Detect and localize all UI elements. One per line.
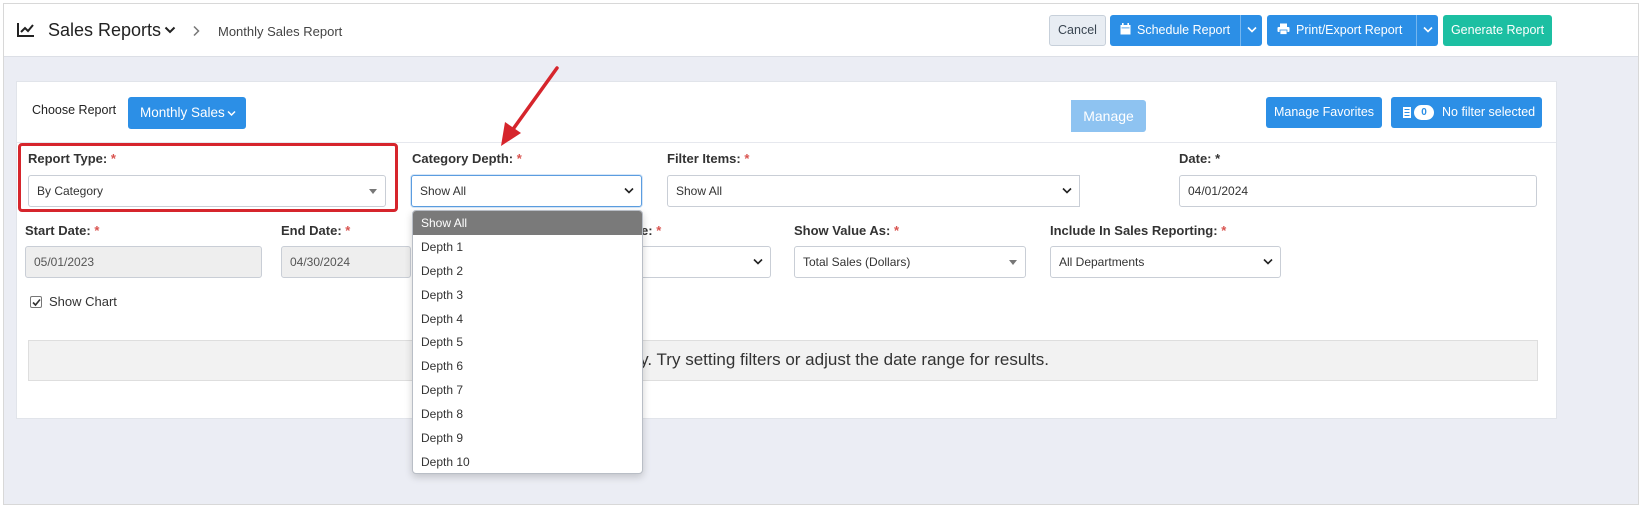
chevron-down-icon	[1263, 258, 1273, 265]
category-depth-option[interactable]: Depth 1	[413, 235, 642, 259]
category-depth-option[interactable]: Depth 9	[413, 426, 642, 450]
schedule-dropdown-toggle[interactable]	[1240, 15, 1262, 46]
chevron-down-icon	[1062, 187, 1072, 194]
chevron-down-icon	[1247, 26, 1257, 33]
end-date-label: End Date: *	[281, 223, 351, 238]
filter-items-value: Show All	[676, 184, 723, 198]
filter-status-button[interactable]: 0 No filter selected	[1391, 97, 1542, 128]
start-date-input: 05/01/2023	[25, 246, 262, 278]
printer-icon	[1277, 23, 1290, 36]
caret-down-icon	[1009, 260, 1017, 265]
line-chart-icon	[17, 23, 34, 37]
show-chart-checkbox[interactable]	[30, 296, 42, 308]
annotation-arrow-icon	[501, 66, 559, 146]
manage-favorites-button[interactable]: Manage Favorites	[1266, 97, 1382, 128]
end-date-input: 04/30/2024	[281, 246, 411, 278]
filter-count-badge: 0	[1414, 105, 1434, 120]
chevron-right-icon	[193, 25, 200, 37]
include-in-sales-value: All Departments	[1059, 255, 1145, 269]
partially-hidden-select[interactable]	[624, 246, 771, 278]
category-depth-option[interactable]: Depth 4	[413, 307, 642, 331]
schedule-report-label: Schedule Report	[1137, 23, 1231, 37]
generate-report-button[interactable]: Generate Report	[1443, 15, 1552, 46]
end-date-value: 04/30/2024	[290, 255, 351, 269]
report-select-value: Monthly Sales	[140, 105, 225, 120]
include-in-sales-label: Include In Sales Reporting: *	[1050, 223, 1227, 238]
category-depth-option[interactable]: Show All	[413, 211, 642, 235]
breadcrumb: Monthly Sales Report	[218, 24, 343, 39]
date-value: 04/01/2024	[1188, 184, 1249, 198]
print-export-button[interactable]: Print/Export Report	[1267, 15, 1438, 46]
filter-list-icon	[1403, 107, 1411, 118]
cancel-button[interactable]: Cancel	[1049, 15, 1106, 46]
choose-report-label: Choose Report	[32, 103, 117, 117]
filter-status-text: No filter selected	[1442, 105, 1536, 119]
show-value-as-select[interactable]: Total Sales (Dollars)	[794, 246, 1026, 278]
category-depth-option[interactable]: Depth 2	[413, 259, 642, 283]
show-value-as-value: Total Sales (Dollars)	[803, 255, 911, 269]
category-depth-select[interactable]: Show All	[411, 175, 642, 207]
category-depth-option[interactable]: Depth 3	[413, 283, 642, 307]
show-value-as-label: Show Value As: *	[794, 223, 900, 238]
show-chart-label: Show Chart	[49, 294, 117, 309]
print-export-label: Print/Export Report	[1296, 23, 1403, 37]
category-depth-option[interactable]: Depth 7	[413, 378, 642, 402]
manage-filter-items-button[interactable]: Manage	[1071, 100, 1146, 132]
calendar-icon	[1120, 23, 1131, 35]
chevron-down-icon	[753, 258, 763, 265]
category-depth-option[interactable]: Depth 10	[413, 450, 642, 473]
app-title: Sales Reports	[48, 20, 162, 40]
category-depth-label: Category Depth: *	[412, 151, 522, 166]
print-export-dropdown-toggle[interactable]	[1416, 15, 1438, 46]
date-label: Date: *	[1179, 151, 1221, 166]
chevron-down-icon	[227, 110, 236, 117]
chevron-down-icon[interactable]	[164, 24, 176, 36]
top-header: Sales Reports Monthly Sales Report Cance…	[4, 4, 1638, 57]
empty-results-message: pty. Try setting filters or adjust the d…	[626, 350, 1049, 369]
category-depth-value: Show All	[420, 184, 467, 198]
report-select-dropdown[interactable]: Monthly Sales	[128, 97, 246, 129]
category-depth-option[interactable]: Depth 6	[413, 354, 642, 378]
start-date-label: Start Date: *	[25, 223, 100, 238]
chevron-down-icon	[1423, 26, 1433, 33]
category-depth-option[interactable]: Depth 5	[413, 330, 642, 354]
app-window: Sales Reports Monthly Sales Report Cance…	[3, 3, 1639, 505]
category-depth-options-list: Show All Depth 1 Depth 2 Depth 3 Depth 4…	[412, 210, 643, 474]
partially-hidden-label: e: *	[641, 223, 662, 238]
schedule-report-button[interactable]: Schedule Report	[1110, 15, 1262, 46]
category-depth-option[interactable]: Depth 8	[413, 402, 642, 426]
include-in-sales-select[interactable]: All Departments	[1050, 246, 1281, 278]
chevron-down-icon	[624, 187, 634, 194]
filter-items-label: Filter Items: *	[667, 151, 750, 166]
checkmark-icon	[32, 298, 41, 307]
date-input[interactable]: 04/01/2024	[1179, 175, 1537, 207]
start-date-value: 05/01/2023	[34, 255, 95, 269]
filter-items-select[interactable]: Show All	[667, 175, 1080, 207]
annotation-highlight-box	[18, 143, 398, 212]
